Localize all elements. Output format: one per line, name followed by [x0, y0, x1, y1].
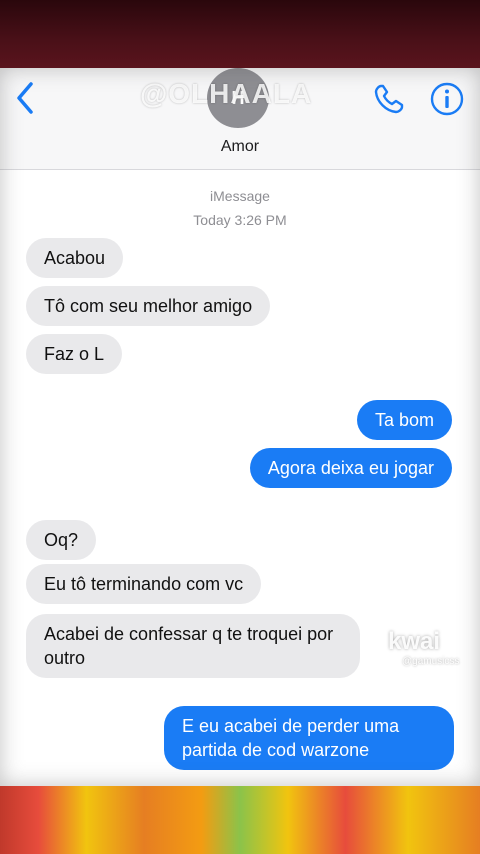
imessage-screen: H @OLHAALA Amor iMessage Today 3:26 PM A…	[0, 68, 480, 786]
info-button[interactable]	[428, 80, 466, 118]
message-bubble-sent[interactable]: E eu acabei de perder uma partida de cod…	[164, 706, 454, 770]
kwai-watermark: kwai @gamusicss	[388, 628, 478, 672]
service-label: iMessage	[210, 188, 270, 204]
video-top-band	[0, 0, 480, 68]
message-bubble-sent[interactable]: Agora deixa eu jogar	[249, 448, 452, 488]
message-bubble-sent[interactable]: Ta bom	[356, 400, 452, 440]
message-bubble-received[interactable]: Acabei de confessar q te troquei por out…	[26, 614, 360, 678]
info-icon	[430, 82, 464, 116]
video-bottom-band	[0, 786, 480, 854]
message-bubble-received[interactable]: Tô com seu melhor amigo	[26, 286, 271, 326]
message-bubble-received[interactable]: Oq?	[26, 520, 97, 560]
thread-timestamp: Today 3:26 PM	[193, 212, 287, 228]
message-bubble-received[interactable]: Faz o L	[26, 334, 123, 374]
conversation-header: H @OLHAALA Amor	[0, 68, 480, 170]
message-bubble-received[interactable]: Acabou	[26, 238, 124, 278]
phone-icon	[374, 84, 404, 114]
kwai-logo: kwai	[388, 628, 441, 655]
kwai-username: @gamusicss	[402, 656, 460, 667]
back-button[interactable]	[8, 78, 42, 118]
watermark-text: @OLHAALA	[140, 78, 313, 109]
call-button[interactable]	[370, 80, 408, 118]
message-bubble-received[interactable]: Eu tô terminando com vc	[26, 564, 262, 604]
contact-name[interactable]: Amor	[0, 138, 480, 156]
chevron-left-icon	[17, 82, 33, 114]
